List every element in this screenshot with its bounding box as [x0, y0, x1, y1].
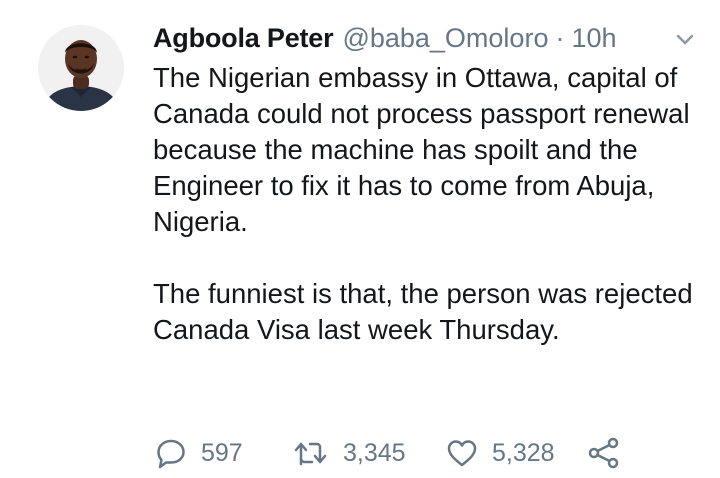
heart-icon	[447, 440, 477, 467]
profile-photo	[38, 25, 124, 111]
share-button[interactable]	[588, 437, 620, 469]
reply-button[interactable]: 597	[155, 437, 293, 469]
tweet-paragraph: The Nigerian embassy in Ottawa, capital …	[153, 62, 690, 237]
tweet-actions: 597 3,345 5,328	[155, 433, 620, 473]
retweet-button[interactable]: 3,345	[293, 438, 446, 468]
tweet-paragraph: The funniest is that, the person was rej…	[153, 278, 693, 345]
retweet-icon	[294, 442, 327, 466]
tweet-text: The Nigerian embassy in Ottawa, capital …	[153, 60, 708, 348]
tweet-timestamp[interactable]: 10h	[571, 23, 616, 54]
like-button[interactable]: 5,328	[446, 438, 588, 468]
reply-icon	[157, 439, 185, 469]
tweet: Agboola Peter @baba_Omoloro · 10h The Ni…	[0, 0, 720, 478]
like-count: 5,328	[492, 438, 555, 467]
author-name[interactable]: Agboola Peter	[153, 23, 334, 54]
avatar[interactable]	[38, 25, 124, 111]
header-separator: ·	[555, 22, 565, 53]
reply-count: 597	[201, 438, 243, 467]
chevron-down-icon[interactable]	[672, 28, 698, 50]
author-handle[interactable]: @baba_Omoloro	[342, 23, 548, 54]
share-icon	[588, 437, 619, 469]
tweet-header: Agboola Peter @baba_Omoloro · 10h	[153, 20, 617, 56]
retweet-count: 3,345	[343, 438, 406, 467]
